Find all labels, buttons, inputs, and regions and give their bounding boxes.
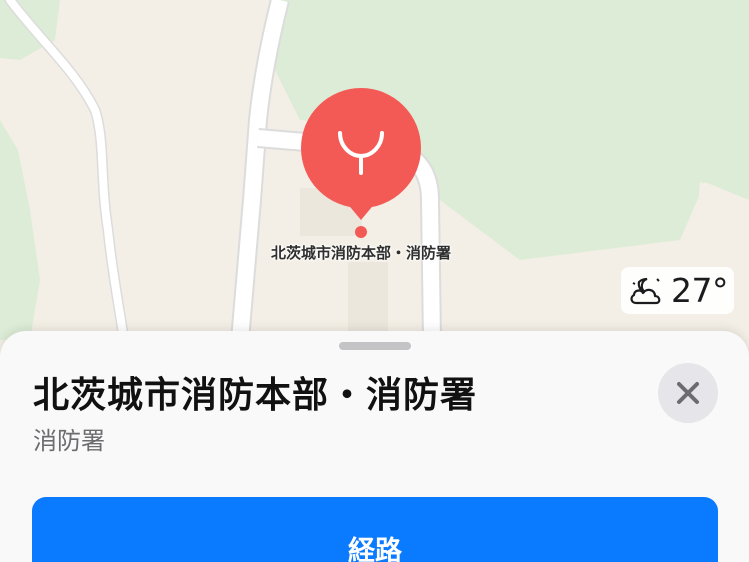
maps-screen: 北茨城市消防本部・消防署 27° 北茨城市消防本部・消防署 消防署 経路 xyxy=(0,0,749,562)
map-place-label[interactable]: 北茨城市消防本部・消防署 xyxy=(230,242,492,263)
close-button[interactable] xyxy=(658,363,718,423)
place-title: 北茨城市消防本部・消防署 xyxy=(33,375,478,416)
place-category: 消防署 xyxy=(33,427,105,455)
weather-temperature: 27° xyxy=(671,271,729,310)
place-card-sheet: 北茨城市消防本部・消防署 消防署 経路 xyxy=(0,331,749,562)
partly-cloudy-night-icon xyxy=(630,277,661,304)
close-icon xyxy=(677,382,699,404)
weather-badge[interactable]: 27° xyxy=(621,267,734,314)
fire-station-pin[interactable] xyxy=(298,88,424,240)
sheet-grabber[interactable] xyxy=(339,342,411,350)
directions-button[interactable]: 経路 xyxy=(32,497,718,562)
